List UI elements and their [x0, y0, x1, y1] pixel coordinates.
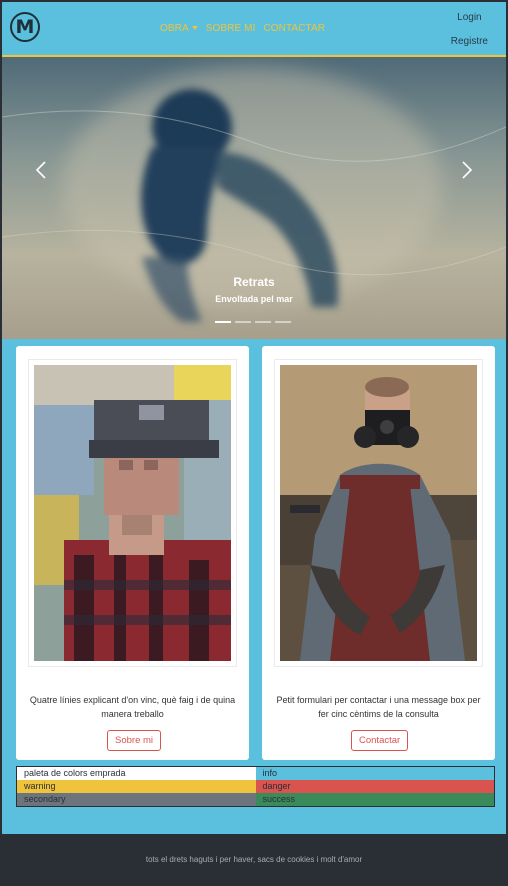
- footer: tots el drets haguts i per haver, sacs d…: [2, 834, 506, 886]
- login-link[interactable]: Login: [451, 12, 488, 23]
- card-contact-text: Petit formulari per contactar i una mess…: [276, 695, 481, 719]
- portrait-gasmask-image: [280, 365, 477, 661]
- palette-cell: paleta de colors emprada: [17, 767, 256, 780]
- palette-row: secondary success: [17, 793, 494, 806]
- nav-item-label: OBRA: [160, 23, 189, 34]
- carousel-indicator[interactable]: [275, 321, 291, 323]
- auth-links: Login Registre: [451, 12, 488, 47]
- carousel-prev-icon[interactable]: [31, 159, 53, 181]
- carousel-indicator[interactable]: [255, 321, 271, 323]
- card-about-text: Quatre línies explicant d'on vinc, què f…: [29, 695, 236, 719]
- logo[interactable]: M: [10, 12, 40, 42]
- palette-cell: danger: [255, 780, 494, 793]
- footer-text: tots el drets haguts i per haver, sacs d…: [145, 855, 363, 864]
- palette-row: paleta de colors emprada info: [17, 767, 494, 780]
- nav-item-sobre-mi[interactable]: SOBRE MI: [206, 23, 256, 34]
- carousel-caption-subtitle: Envoltada pel mar: [215, 294, 293, 304]
- carousel-indicator[interactable]: [235, 321, 251, 323]
- portrait-image-frame: [274, 359, 483, 667]
- carousel-indicators: [215, 321, 291, 323]
- palette-cell: secondary: [17, 793, 256, 806]
- nav-links: OBRA SOBRE MI CONTACTAR: [160, 23, 325, 34]
- palette-cell: success: [255, 793, 494, 806]
- card-about: Quatre línies explicant d'on vinc, què f…: [16, 346, 249, 760]
- nav-item-obra[interactable]: OBRA: [160, 23, 198, 34]
- carousel-caption-title: Retrats: [233, 275, 275, 289]
- carousel-next-icon[interactable]: [455, 159, 477, 181]
- contact-button[interactable]: Contactar: [351, 730, 409, 751]
- about-button[interactable]: Sobre mi: [107, 730, 162, 751]
- palette-cell: info: [255, 767, 494, 780]
- nav-item-contactar[interactable]: CONTACTAR: [263, 23, 325, 34]
- portrait-image-frame: [28, 359, 237, 667]
- caret-down-icon: [191, 26, 198, 31]
- carousel-indicator[interactable]: [215, 321, 231, 323]
- palette-cell: warning: [17, 780, 256, 793]
- palette-row: warning danger: [17, 780, 494, 793]
- register-link[interactable]: Registre: [451, 36, 488, 47]
- card-contact: Petit formulari per contactar i una mess…: [262, 346, 495, 760]
- color-palette-table: paleta de colors emprada info warning da…: [16, 766, 495, 807]
- hero-carousel: Retrats Envoltada pel mar: [2, 57, 506, 339]
- feature-cards: Quatre línies explicant d'on vinc, què f…: [16, 346, 495, 760]
- navbar: M OBRA SOBRE MI CONTACTAR Login Registre: [2, 2, 506, 57]
- portrait-pixelated-image: [34, 365, 231, 661]
